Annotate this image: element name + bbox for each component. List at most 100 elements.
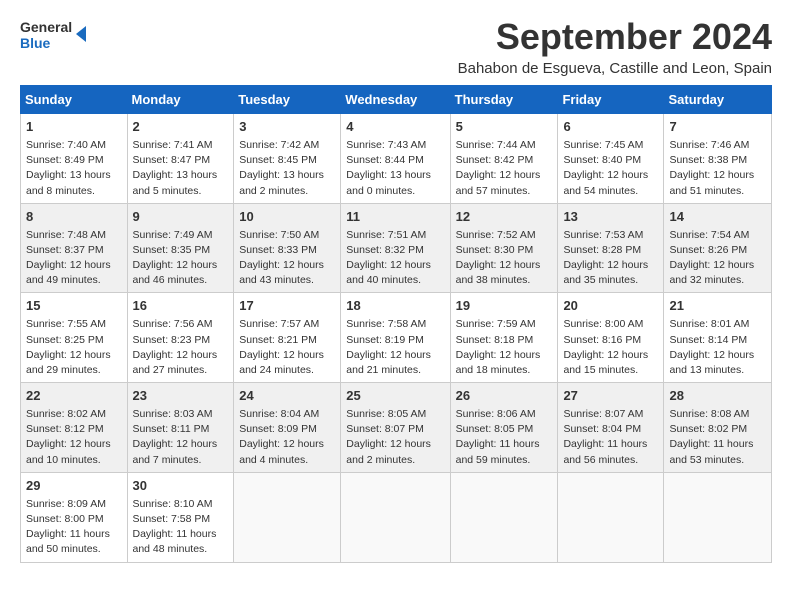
logo-svg: General Blue xyxy=(20,16,100,60)
daylight-label: Daylight: 12 hours and 18 minutes. xyxy=(456,349,541,376)
table-row xyxy=(558,472,664,562)
daylight-label: Daylight: 12 hours and 38 minutes. xyxy=(456,259,541,286)
day-number: 26 xyxy=(456,387,553,406)
sunset-label: Sunset: 8:23 PM xyxy=(133,334,211,346)
table-row: 21Sunrise: 8:01 AMSunset: 8:14 PMDayligh… xyxy=(664,293,772,383)
table-row xyxy=(341,472,450,562)
day-number: 8 xyxy=(26,208,122,227)
sunrise-label: Sunrise: 8:02 AM xyxy=(26,408,106,420)
sunset-label: Sunset: 8:02 PM xyxy=(669,423,747,435)
day-number: 20 xyxy=(563,297,658,316)
col-monday: Monday xyxy=(127,86,234,114)
table-row: 27Sunrise: 8:07 AMSunset: 8:04 PMDayligh… xyxy=(558,383,664,473)
sunrise-label: Sunrise: 8:08 AM xyxy=(669,408,749,420)
daylight-label: Daylight: 12 hours and 46 minutes. xyxy=(133,259,218,286)
sunset-label: Sunset: 8:40 PM xyxy=(563,154,641,166)
table-row: 26Sunrise: 8:06 AMSunset: 8:05 PMDayligh… xyxy=(450,383,558,473)
sunrise-label: Sunrise: 7:54 AM xyxy=(669,229,749,241)
sunset-label: Sunset: 8:16 PM xyxy=(563,334,641,346)
daylight-label: Daylight: 12 hours and 57 minutes. xyxy=(456,169,541,196)
daylight-label: Daylight: 13 hours and 2 minutes. xyxy=(239,169,324,196)
day-number: 9 xyxy=(133,208,229,227)
table-row: 3Sunrise: 7:42 AMSunset: 8:45 PMDaylight… xyxy=(234,114,341,204)
sunset-label: Sunset: 8:30 PM xyxy=(456,244,534,256)
sunset-label: Sunset: 8:25 PM xyxy=(26,334,104,346)
table-row: 18 Sunrise: 7:58 AM Sunset: 8:19 PM Dayligh… xyxy=(341,293,450,383)
table-row: 30Sunrise: 8:10 AMSunset: 7:58 PMDayligh… xyxy=(127,472,234,562)
daylight-label: Daylight: 12 hours and 7 minutes. xyxy=(133,438,218,465)
calendar-table: Sunday Monday Tuesday Wednesday Thursday… xyxy=(20,85,772,563)
col-sunday: Sunday xyxy=(21,86,128,114)
day-number: 19 xyxy=(456,297,553,316)
table-row: 28Sunrise: 8:08 AMSunset: 8:02 PMDayligh… xyxy=(664,383,772,473)
daylight-label: Daylight: 12 hours and 51 minutes. xyxy=(669,169,754,196)
col-tuesday: Tuesday xyxy=(234,86,341,114)
sunset-label: Sunset: 8:28 PM xyxy=(563,244,641,256)
daylight-label: Daylight: 13 hours and 0 minutes. xyxy=(346,169,431,196)
day-number: 3 xyxy=(239,118,335,137)
daylight-label: Daylight: 12 hours and 21 minutes. xyxy=(346,349,431,376)
table-row: 24Sunrise: 8:04 AMSunset: 8:09 PMDayligh… xyxy=(234,383,341,473)
day-number: 14 xyxy=(669,208,766,227)
table-row: 16Sunrise: 7:56 AMSunset: 8:23 PMDayligh… xyxy=(127,293,234,383)
table-row: 13Sunrise: 7:53 AMSunset: 8:28 PMDayligh… xyxy=(558,203,664,293)
sunset-label: Sunset: 8:32 PM xyxy=(346,244,424,256)
daylight-label: Daylight: 12 hours and 49 minutes. xyxy=(26,259,111,286)
day-number: 27 xyxy=(563,387,658,406)
table-row: 15Sunrise: 7:55 AMSunset: 8:25 PMDayligh… xyxy=(21,293,128,383)
day-number: 6 xyxy=(563,118,658,137)
location-title: Bahabon de Esgueva, Castille and Leon, S… xyxy=(458,60,772,77)
sunrise-label: Sunrise: 7:58 AM xyxy=(346,318,426,330)
sunset-label: Sunset: 8:04 PM xyxy=(563,423,641,435)
day-number: 15 xyxy=(26,297,122,316)
table-row: 2Sunrise: 7:41 AMSunset: 8:47 PMDaylight… xyxy=(127,114,234,204)
day-number: 30 xyxy=(133,477,229,496)
sunrise-label: Sunrise: 7:42 AM xyxy=(239,139,319,151)
day-number: 18 xyxy=(346,297,444,316)
month-title: September 2024 xyxy=(458,16,772,58)
title-area: September 2024 Bahabon de Esgueva, Casti… xyxy=(458,16,772,77)
svg-text:Blue: Blue xyxy=(20,35,51,51)
day-number: 2 xyxy=(133,118,229,137)
table-row: 5Sunrise: 7:44 AMSunset: 8:42 PMDaylight… xyxy=(450,114,558,204)
sunrise-label: Sunrise: 8:07 AM xyxy=(563,408,643,420)
sunset-label: Sunset: 8:19 PM xyxy=(346,334,424,346)
table-row: 14Sunrise: 7:54 AMSunset: 8:26 PMDayligh… xyxy=(664,203,772,293)
table-row: 19Sunrise: 7:59 AMSunset: 8:18 PMDayligh… xyxy=(450,293,558,383)
daylight-label: Daylight: 11 hours and 48 minutes. xyxy=(133,528,217,555)
daylight-label: Daylight: 12 hours and 13 minutes. xyxy=(669,349,754,376)
sunset-label: Sunset: 8:07 PM xyxy=(346,423,424,435)
table-row xyxy=(664,472,772,562)
day-number: 29 xyxy=(26,477,122,496)
table-row: 1Sunrise: 7:40 AMSunset: 8:49 PMDaylight… xyxy=(21,114,128,204)
day-number: 7 xyxy=(669,118,766,137)
table-row: 4Sunrise: 7:43 AMSunset: 8:44 PMDaylight… xyxy=(341,114,450,204)
sunrise-label: Sunrise: 7:44 AM xyxy=(456,139,536,151)
sunrise-label: Sunrise: 7:52 AM xyxy=(456,229,536,241)
sunrise-label: Sunrise: 7:53 AM xyxy=(563,229,643,241)
day-number: 10 xyxy=(239,208,335,227)
table-row: 25Sunrise: 8:05 AMSunset: 8:07 PMDayligh… xyxy=(341,383,450,473)
table-row: 9Sunrise: 7:49 AMSunset: 8:35 PMDaylight… xyxy=(127,203,234,293)
table-row: 6Sunrise: 7:45 AMSunset: 8:40 PMDaylight… xyxy=(558,114,664,204)
sunrise-label: Sunrise: 7:43 AM xyxy=(346,139,426,151)
sunrise-label: Sunrise: 7:57 AM xyxy=(239,318,319,330)
sunrise-label: Sunrise: 8:06 AM xyxy=(456,408,536,420)
sunset-label: Sunset: 8:47 PM xyxy=(133,154,211,166)
table-row: 8Sunrise: 7:48 AMSunset: 8:37 PMDaylight… xyxy=(21,203,128,293)
sunrise-label: Sunrise: 8:01 AM xyxy=(669,318,749,330)
table-row: 20Sunrise: 8:00 AMSunset: 8:16 PMDayligh… xyxy=(558,293,664,383)
daylight-label: Daylight: 12 hours and 29 minutes. xyxy=(26,349,111,376)
table-row: 22Sunrise: 8:02 AMSunset: 8:12 PMDayligh… xyxy=(21,383,128,473)
day-number: 11 xyxy=(346,208,444,227)
day-number: 17 xyxy=(239,297,335,316)
day-number: 21 xyxy=(669,297,766,316)
daylight-label: Daylight: 13 hours and 5 minutes. xyxy=(133,169,218,196)
sunrise-label: Sunrise: 8:05 AM xyxy=(346,408,426,420)
daylight-label: Daylight: 11 hours and 59 minutes. xyxy=(456,438,540,465)
day-number: 4 xyxy=(346,118,444,137)
table-row xyxy=(234,472,341,562)
col-friday: Friday xyxy=(558,86,664,114)
sunrise-label: Sunrise: 7:46 AM xyxy=(669,139,749,151)
daylight-label: Daylight: 12 hours and 4 minutes. xyxy=(239,438,324,465)
